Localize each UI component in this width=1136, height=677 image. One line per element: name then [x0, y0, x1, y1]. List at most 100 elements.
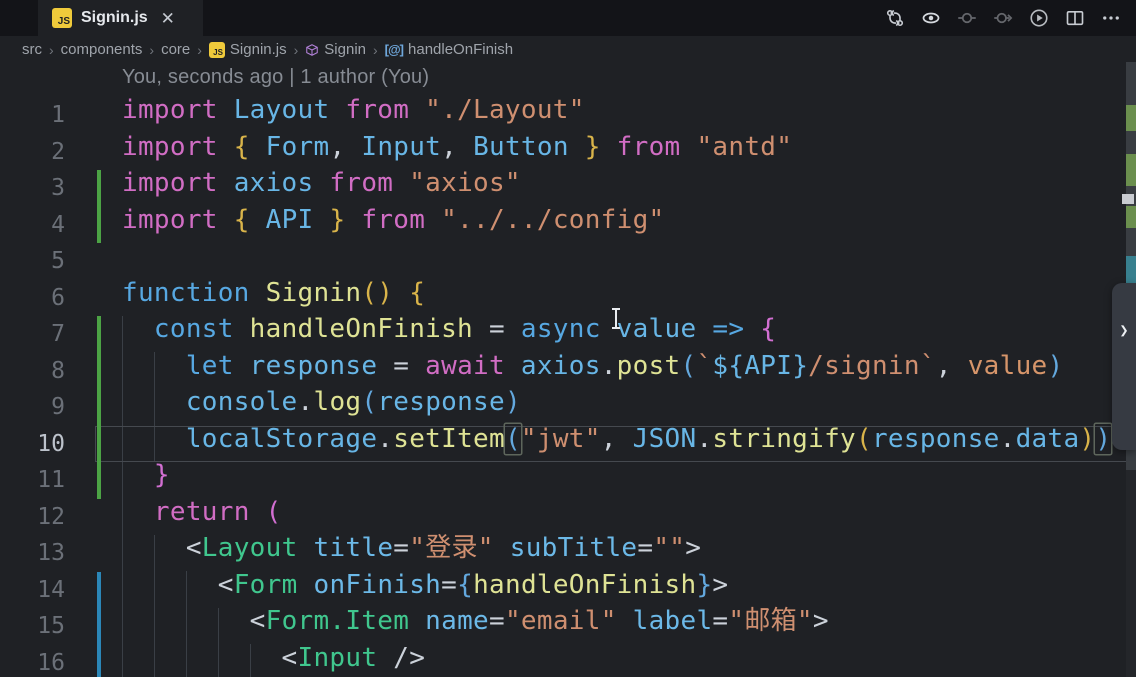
line-number[interactable]: 13	[0, 540, 95, 566]
tab-signin-js[interactable]: JS Signin.js ✕	[38, 0, 203, 36]
code-line-8[interactable]: 8 let response = await axios.post(`${API…	[0, 350, 1136, 389]
breadcrumb-separator: ›	[49, 41, 54, 58]
close-tab-icon[interactable]: ✕	[157, 8, 179, 29]
code-line-12[interactable]: 12 return (	[0, 499, 1136, 536]
code-line-10[interactable]: 10 localStorage.setItem("jwt", JSON.stri…	[0, 423, 1136, 462]
line-number[interactable]: 11	[0, 467, 95, 493]
code-text: <Form onFinish={handleOnFinish}>	[217, 569, 729, 600]
code-line-2[interactable]: 2 import { Form, Input, Button } from "an…	[0, 134, 1136, 171]
code-text: import axios from "axios"	[122, 168, 521, 198]
breadcrumb-item-core[interactable]: core	[161, 41, 190, 58]
line-number[interactable]: 16	[0, 650, 95, 676]
code-line-1[interactable]: 1 import Layout from "./Layout"	[0, 97, 1136, 134]
code-line-4[interactable]: 4 import { API } from "../../config"	[0, 204, 1136, 243]
step-circle-left-icon[interactable]	[956, 7, 978, 29]
step-circle-right-icon[interactable]	[992, 7, 1014, 29]
code-text: function Signin() {	[122, 277, 426, 308]
line-content[interactable]: <Input />	[95, 642, 1136, 677]
tab-strip-spacer	[0, 0, 38, 36]
compare-changes-icon[interactable]	[884, 7, 906, 29]
line-number[interactable]: 14	[0, 577, 95, 603]
code-line-13[interactable]: 13 <Layout title="登录" subTitle="">	[0, 535, 1136, 572]
code-editor[interactable]: 1 import Layout from "./Layout" 2 import { …	[0, 97, 1136, 677]
breadcrumb-item-src[interactable]: src	[22, 41, 42, 58]
panel-expand-flap[interactable]: ❯	[1112, 283, 1136, 450]
code-text: import { API } from "../../config"	[122, 204, 665, 235]
line-content[interactable]: <Layout title="登录" subTitle="">	[95, 535, 1136, 572]
line-content[interactable]: }	[95, 462, 1136, 499]
breadcrumb-item-handleonfinish[interactable]: [@] handleOnFinish	[385, 41, 513, 58]
more-actions-icon[interactable]	[1100, 7, 1122, 29]
code-text: const handleOnFinish = async value => {	[153, 314, 777, 344]
code-text: localStorage.setItem("jwt", JSON.stringi…	[185, 423, 1112, 454]
chevron-right-icon: ❯	[1119, 321, 1129, 339]
line-content[interactable]: <Form onFinish={handleOnFinish}>	[95, 569, 1136, 608]
line-number[interactable]: 2	[0, 139, 95, 165]
line-content[interactable]	[95, 243, 1136, 280]
gutter-indicator-modified	[97, 608, 101, 645]
line-content[interactable]: return (	[95, 499, 1136, 536]
line-content[interactable]: import { API } from "../../config"	[95, 204, 1136, 243]
code-text: <Input />	[281, 642, 426, 673]
code-text: <Layout title="登录" subTitle="">	[185, 533, 702, 563]
breadcrumb-item-signin-js[interactable]: JS Signin.js	[208, 41, 287, 58]
split-editor-icon[interactable]	[1064, 7, 1086, 29]
ruler-mark-added	[1126, 154, 1136, 186]
breadcrumb-item-signin[interactable]: Signin	[305, 41, 366, 58]
code-line-3[interactable]: 3 import axios from "axios"	[0, 170, 1136, 207]
line-number[interactable]: 1	[0, 102, 95, 128]
line-number[interactable]: 3	[0, 175, 95, 201]
gutter-indicator-modified	[97, 644, 101, 677]
gutter-indicator-added	[97, 352, 101, 389]
symbol-class-icon	[306, 43, 319, 56]
code-line-9[interactable]: 9 console.log(response)	[0, 389, 1136, 426]
gutter-indicator-added	[97, 170, 101, 207]
breadcrumb-item-components[interactable]: components	[61, 41, 143, 58]
breadcrumb-separator: ›	[197, 41, 202, 58]
line-content[interactable]: import Layout from "./Layout"	[95, 97, 1136, 134]
code-line-6[interactable]: 6 function Signin() {	[0, 280, 1136, 317]
code-text: console.log(response)	[185, 387, 521, 417]
codelens-authors[interactable]: You, seconds ago | 1 author (You)	[122, 66, 429, 96]
code-text: import Layout from "./Layout"	[122, 95, 585, 125]
line-number[interactable]: 10	[0, 431, 95, 457]
line-number[interactable]: 8	[0, 358, 95, 384]
line-number[interactable]: 15	[0, 613, 95, 639]
line-content[interactable]: let response = await axios.post(`${API}/…	[95, 350, 1136, 389]
line-content[interactable]: localStorage.setItem("jwt", JSON.stringi…	[95, 423, 1136, 462]
line-number[interactable]: 6	[0, 285, 95, 311]
breadcrumb: src › components › core › JS Signin.js › Signin › […	[0, 36, 1136, 63]
code-line-7[interactable]: 7 const handleOnFinish = async value => …	[0, 316, 1136, 353]
watch-eye-icon[interactable]	[920, 7, 942, 29]
breadcrumb-label: Signin.js	[229, 41, 287, 58]
gutter-indicator-added	[97, 389, 101, 426]
line-number[interactable]: 4	[0, 212, 95, 238]
line-number[interactable]: 9	[0, 394, 95, 420]
gutter-indicator-added	[97, 316, 101, 353]
code-line-11[interactable]: 11 }	[0, 462, 1136, 499]
code-line-14[interactable]: 14 <Form onFinish={handleOnFinish}>	[0, 569, 1136, 608]
code-line-15[interactable]: 15 <Form.Item name="email" label="邮箱">	[0, 608, 1136, 645]
code-text: <Form.Item name="email" label="邮箱">	[249, 606, 829, 636]
breadcrumb-label: Signin	[324, 41, 366, 58]
breadcrumb-label: components	[60, 41, 143, 58]
code-line-5[interactable]: 5	[0, 243, 1136, 280]
code-line-16[interactable]: 16 <Input />	[0, 642, 1136, 677]
tab-label: Signin.js	[81, 9, 148, 26]
editor-actions	[884, 0, 1136, 36]
gutter-indicator-added	[97, 206, 101, 243]
line-content[interactable]: console.log(response)	[95, 389, 1136, 426]
line-content[interactable]: import { Form, Input, Button } from "ant…	[95, 134, 1136, 171]
symbol-method-icon: [@]	[384, 42, 404, 57]
run-code-icon[interactable]	[1028, 7, 1050, 29]
line-content[interactable]: <Form.Item name="email" label="邮箱">	[95, 608, 1136, 645]
ruler-mark-cursor	[1122, 194, 1134, 204]
line-content[interactable]: import axios from "axios"	[95, 170, 1136, 207]
line-number[interactable]: 5	[0, 248, 95, 274]
line-number[interactable]: 12	[0, 504, 95, 530]
tab-bar: JS Signin.js ✕	[0, 0, 1136, 36]
breadcrumb-separator: ›	[293, 41, 299, 58]
line-number[interactable]: 7	[0, 321, 95, 347]
mouse-ibeam-cursor	[612, 308, 620, 329]
code-text: let response = await axios.post(`${API}/…	[185, 350, 1064, 381]
